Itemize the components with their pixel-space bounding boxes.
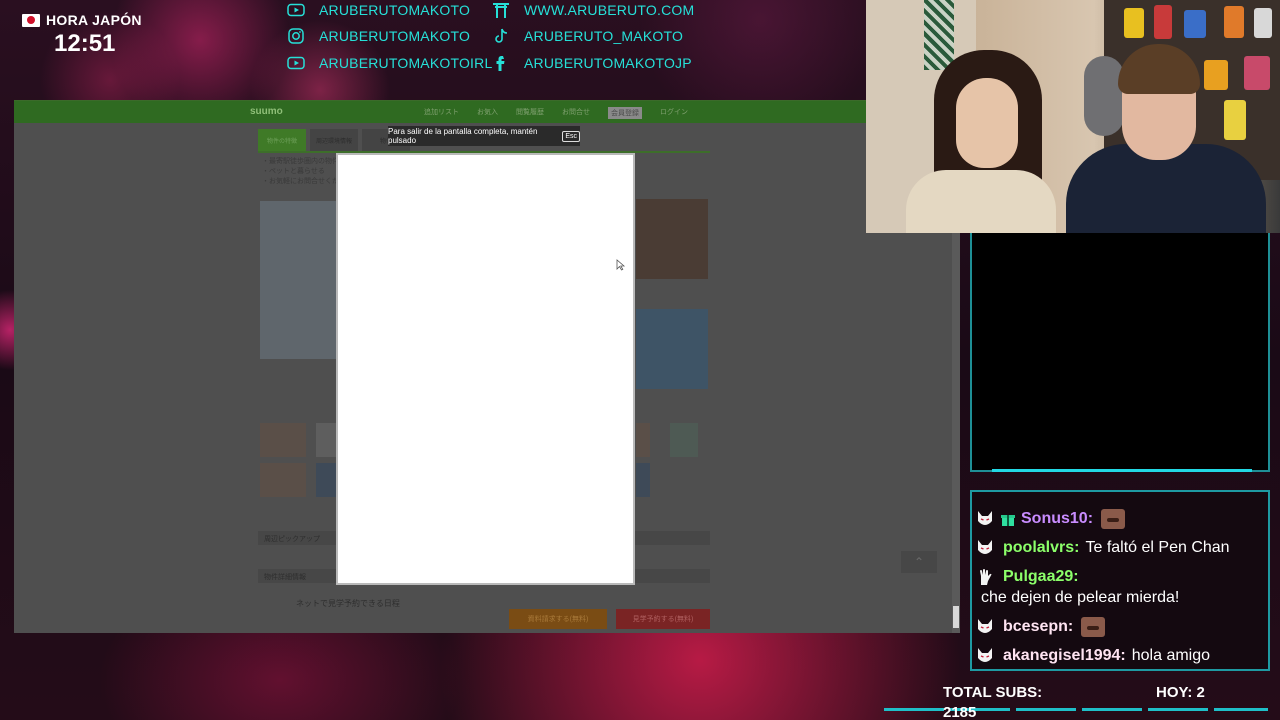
thumbnail[interactable] (260, 423, 306, 457)
fullscreen-document-viewer[interactable] (336, 153, 635, 585)
fullscreen-notice: Para salir de la pantalla completa, mant… (388, 126, 580, 146)
chat-box: Sonus10: poolalvrs: Te faltó el Pen Chan… (970, 490, 1270, 671)
youtube-icon (287, 3, 305, 17)
social-instagram: ARUBERUTOMAKOTO (287, 27, 470, 45)
hand-icon (975, 567, 995, 587)
inquiry-button[interactable]: 資料請求する(無料) (509, 609, 607, 629)
social-label: WWW.ARUBERUTO.COM (524, 2, 695, 18)
fullscreen-notice-text: Para salir de la pantalla completa, mant… (388, 127, 538, 145)
kitsune-mask-icon (975, 646, 995, 666)
today-subs: HOY: 2 (1156, 684, 1205, 701)
reserve-button[interactable]: 見学予約する(無料) (616, 609, 710, 629)
thumbnail[interactable] (636, 463, 650, 497)
japan-clock: HORA JAPÓN 12:51 (22, 12, 172, 58)
social-website: WWW.ARUBERUTO.COM (492, 1, 694, 19)
social-facebook: ARUBERUTOMAKOTOJP (492, 54, 692, 72)
nav-item-register[interactable]: 会員登録 (608, 107, 642, 119)
chat-text: che dejen de pelear mierda! (981, 589, 1180, 606)
thumbnail[interactable] (316, 423, 336, 457)
thumbnail[interactable] (670, 423, 698, 457)
tab-surroundings[interactable]: 周辺環境情報 (310, 129, 358, 151)
thumbnail[interactable] (636, 423, 650, 457)
social-label: ARUBERUTO_MAKOTO (524, 28, 684, 44)
alert-panel (970, 233, 1270, 472)
streamer-left-face (956, 78, 1018, 168)
total-subs-label: TOTAL SUBS: (943, 684, 1043, 701)
total-subs-count: 2185 (943, 704, 977, 720)
thumbnail[interactable] (316, 463, 336, 497)
chat-emote (1081, 616, 1106, 637)
property-photo-exterior[interactable] (636, 309, 708, 389)
chat-username[interactable]: bcesepn: (1003, 616, 1073, 637)
chat-text: hola amigo (1131, 647, 1211, 664)
chat-message: Sonus10: (975, 508, 1264, 529)
japan-flag-icon (22, 13, 40, 27)
facebook-icon (496, 56, 505, 71)
torii-icon (493, 3, 509, 18)
panel-glow-bar (992, 469, 1252, 472)
chat-username[interactable]: poolalvrs: (1003, 537, 1079, 558)
scroll-top-button[interactable]: ⌃ (901, 551, 937, 573)
scrollbar-thumb[interactable] (953, 606, 959, 628)
subs-progress-bar (884, 708, 1268, 711)
nav-item[interactable]: お問合せ (562, 107, 590, 119)
streamer-left-body (906, 170, 1056, 233)
chevron-up-icon: ⌃ (913, 555, 925, 569)
property-photo-room[interactable] (636, 199, 708, 279)
kitsune-mask-icon (975, 538, 995, 558)
youtube-icon (287, 56, 305, 70)
tab-features[interactable]: 物件の特徴 (258, 129, 306, 151)
section-title: 物件詳細情報 (264, 574, 306, 581)
site-nav: 追加リスト お気入 閲覧履歴 お問合せ 会員登録 ログイン (424, 107, 688, 119)
tiktok-icon (495, 28, 508, 43)
chat-username[interactable]: Sonus10: (1021, 508, 1093, 529)
chat-username[interactable]: Pulgaa29: (1003, 566, 1079, 587)
chat-message: bcesepn: (975, 616, 1264, 637)
thumbnail[interactable] (260, 463, 306, 497)
chat-message: Pulgaa29: che dejen de pelear mierda! (975, 566, 1264, 608)
social-label: ARUBERUTOMAKOTOJP (524, 55, 692, 71)
webcam-curtain (924, 0, 954, 70)
chat-message: poolalvrs: Te faltó el Pen Chan (975, 537, 1264, 558)
esc-key: Esc (562, 130, 580, 142)
social-label: ARUBERUTOMAKOTO (319, 28, 471, 44)
webcam-chair (1084, 56, 1124, 136)
social-youtube-irl: ARUBERUTOMAKOTOIRL (287, 54, 492, 72)
social-links: ARUBERUTOMAKOTO ARUBERUTOMAKOTO ARUBERUT… (287, 0, 707, 78)
instagram-icon (288, 28, 304, 44)
section-title: 周辺ピックアップ (264, 536, 320, 543)
social-label: ARUBERUTOMAKOTOIRL (319, 55, 493, 71)
reserve-note: ネットで見学予約できる日程 (296, 599, 400, 608)
nav-item-login[interactable]: ログイン (660, 107, 688, 119)
clock-time: 12:51 (54, 30, 116, 57)
mouse-cursor-icon (616, 259, 626, 271)
webcam-feed (866, 0, 1280, 233)
nav-item[interactable]: 追加リスト (424, 107, 459, 119)
site-header: suumo 追加リスト お気入 閲覧履歴 お問合せ 会員登録 ログイン (14, 101, 960, 123)
nav-item[interactable]: 閲覧履歴 (516, 107, 544, 119)
kitsune-mask-icon (975, 617, 995, 637)
kitsune-mask-icon (975, 509, 995, 529)
clock-label: HORA JAPÓN (46, 12, 142, 28)
site-logo[interactable]: suumo (250, 106, 283, 117)
chat-username[interactable]: akanegisel1994: (1003, 645, 1126, 666)
browser-capture: suumo 追加リスト お気入 閲覧履歴 お問合せ 会員登録 ログイン 物件の特… (14, 100, 960, 633)
nav-item[interactable]: お気入 (477, 107, 498, 119)
social-label: ARUBERUTOMAKOTO (319, 2, 471, 18)
chat-text: Te faltó el Pen Chan (1085, 539, 1230, 556)
social-tiktok: ARUBERUTO_MAKOTO (492, 27, 683, 45)
property-photo-main[interactable] (260, 201, 336, 359)
chat-message: akanegisel1994: hola amigo (975, 645, 1264, 666)
social-youtube-main: ARUBERUTOMAKOTO (287, 1, 470, 19)
chat-emote (1101, 508, 1126, 529)
gift-icon (1001, 514, 1015, 526)
